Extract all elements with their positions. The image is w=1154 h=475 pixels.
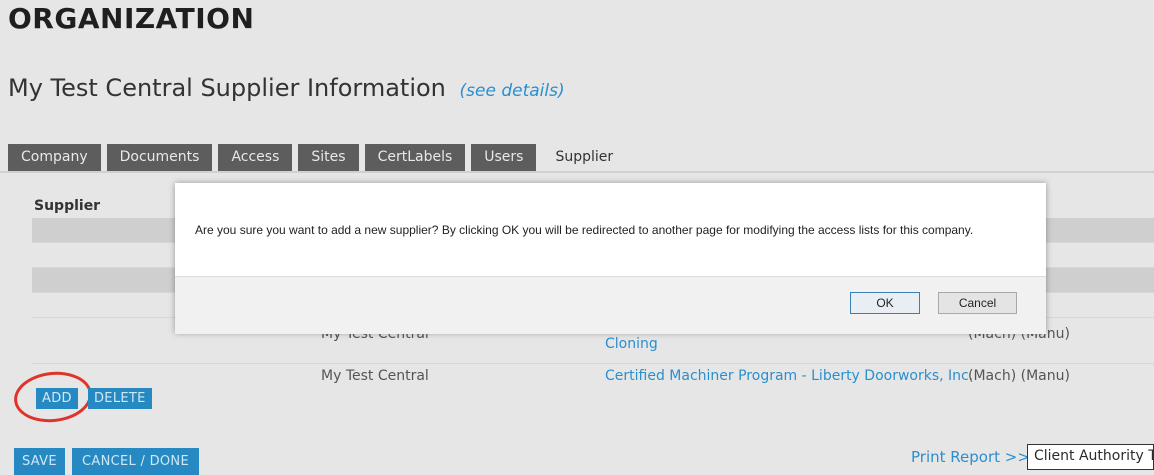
ok-button[interactable]: OK [850, 292, 920, 314]
dialog-cancel-button[interactable]: Cancel [938, 292, 1017, 314]
dialog-message: Are you sure you want to add a new suppl… [195, 223, 974, 237]
modal-overlay: Are you sure you want to add a new suppl… [0, 0, 1154, 474]
dialog-footer: OK Cancel [175, 276, 1046, 334]
dialog-body: Are you sure you want to add a new suppl… [175, 183, 1046, 276]
confirm-dialog: Are you sure you want to add a new suppl… [175, 183, 1046, 334]
